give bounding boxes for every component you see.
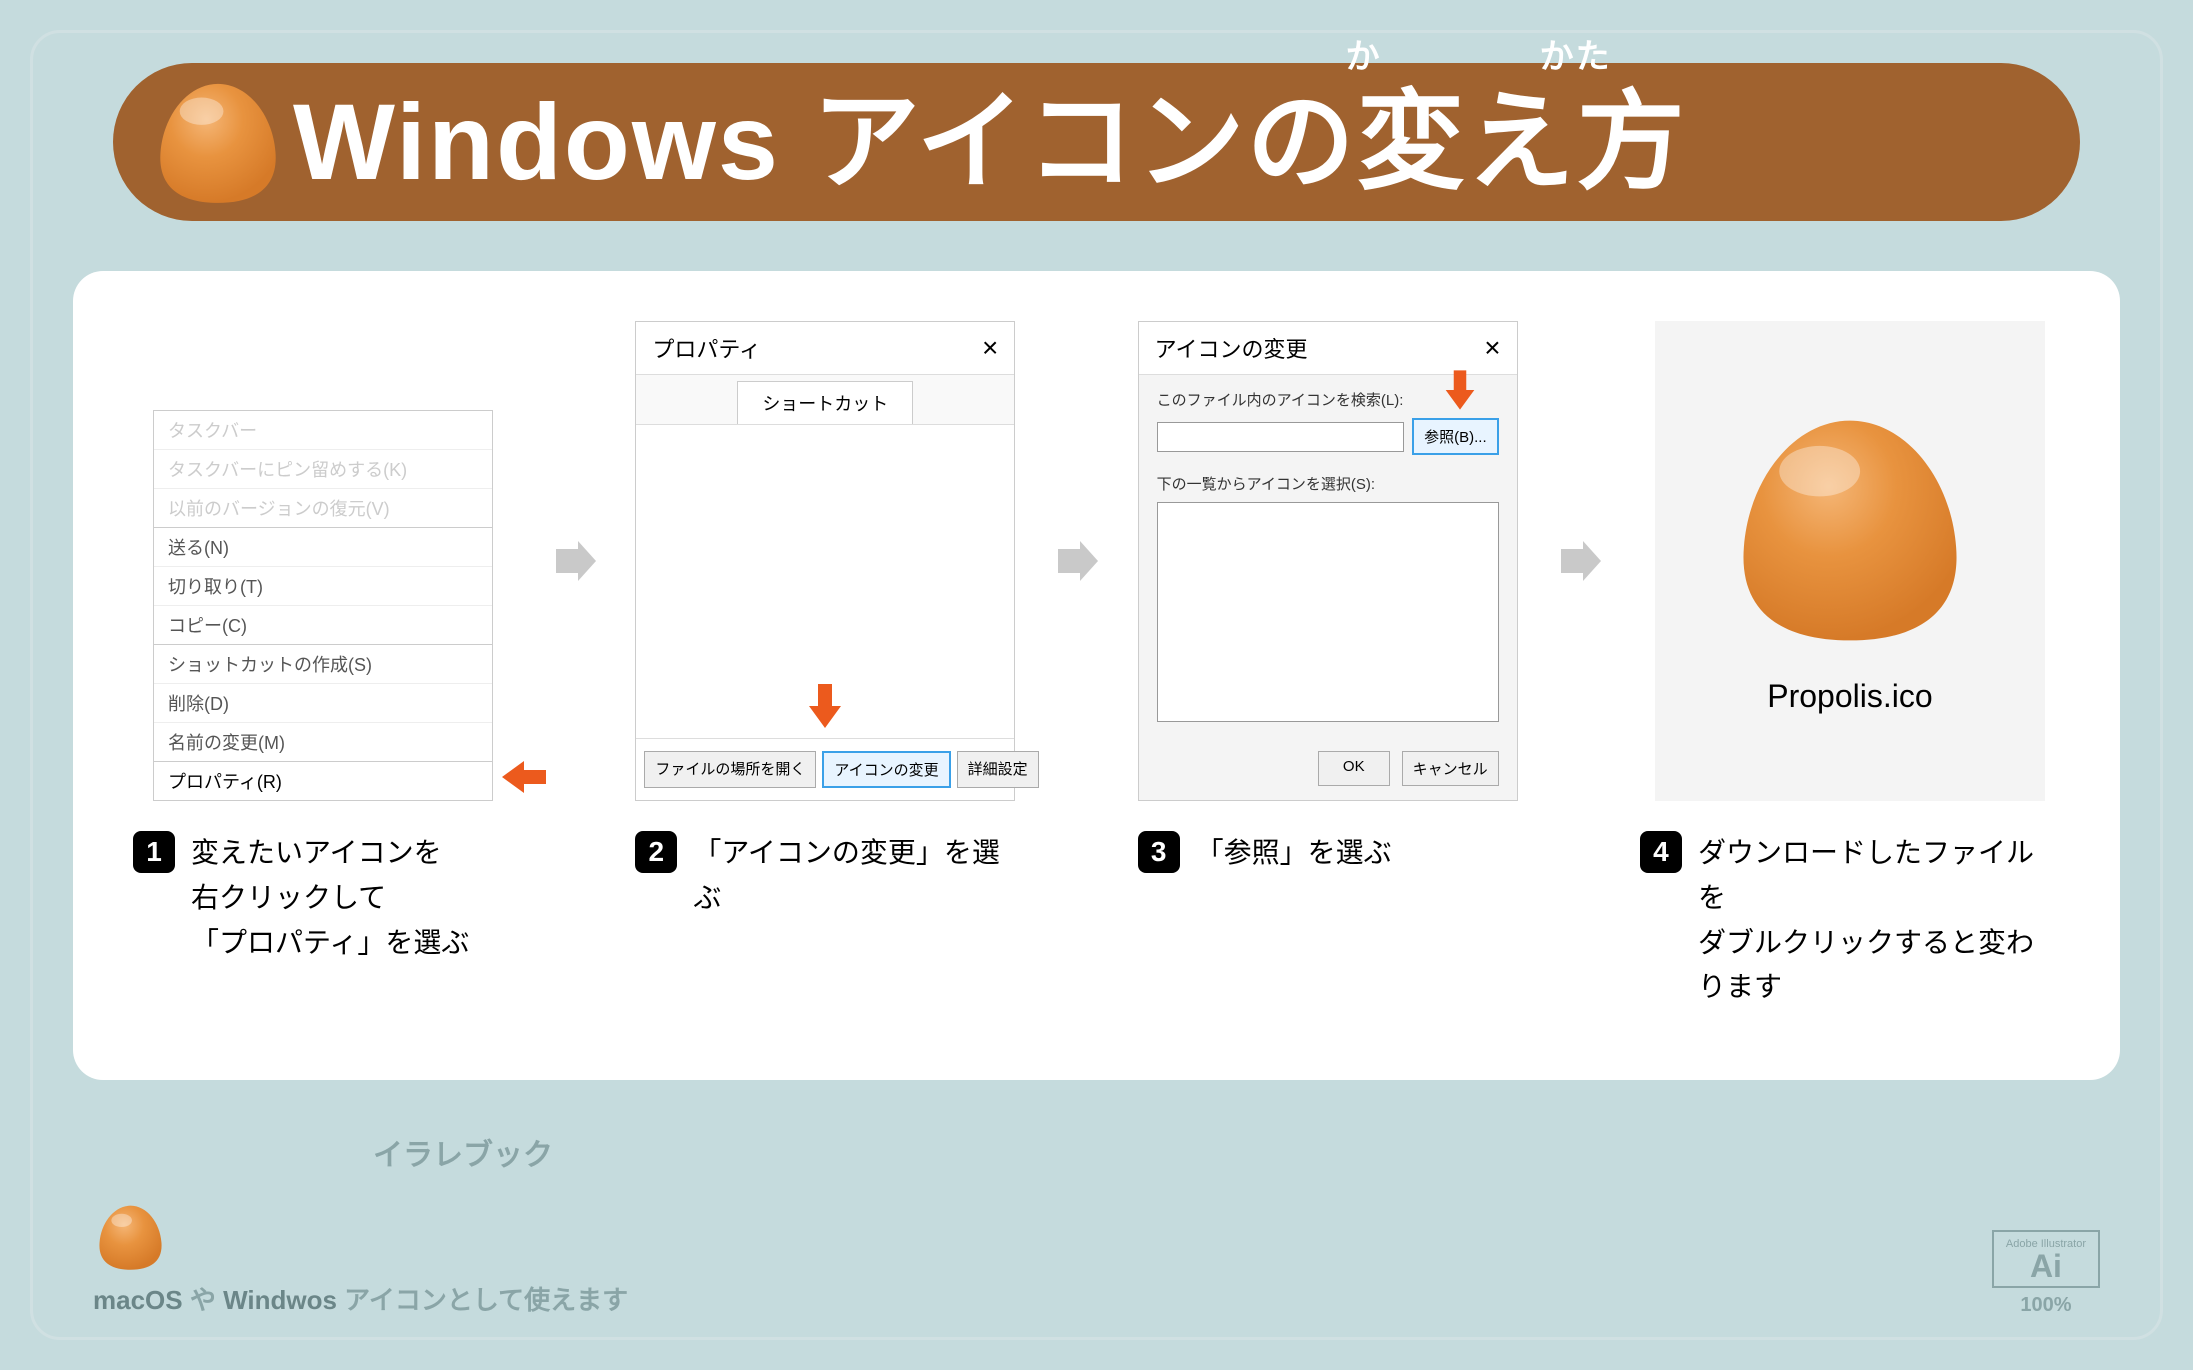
page-frame: Windows アイコンの変え方 か かた タスクバー タスクバーにピン留めする…	[30, 30, 2163, 1340]
blob-icon	[1720, 408, 1980, 648]
close-icon[interactable]: ×	[982, 332, 998, 364]
icon-list[interactable]	[1157, 502, 1499, 722]
step-2: プロパティ × ショートカット ファイルの場所を開く アイコンの変更	[635, 321, 1015, 921]
menu-item[interactable]: タスクバー	[154, 411, 492, 449]
ok-button[interactable]: OK	[1318, 751, 1390, 786]
close-icon[interactable]: ×	[1484, 332, 1500, 364]
open-location-button[interactable]: ファイルの場所を開く	[644, 751, 816, 788]
blob-icon	[93, 1202, 168, 1272]
step-caption: ダウンロードしたファイルを ダブルクリックすると変わります	[1698, 831, 2060, 1010]
menu-item[interactable]: 送る(N)	[154, 527, 492, 566]
menu-item[interactable]: 名前の変更(M)	[154, 722, 492, 761]
menu-item[interactable]: タスクバーにピン留めする(K)	[154, 449, 492, 488]
change-icon-window: アイコンの変更 × このファイル内のアイコンを検索(L): 参照(B)... 下…	[1138, 321, 1518, 801]
zoom-level: 100%	[1992, 1294, 2100, 1317]
title-bar: Windows アイコンの変え方 か かた	[113, 63, 2080, 221]
context-menu: タスクバー タスクバーにピン留めする(K) 以前のバージョンの復元(V) 送る(…	[153, 410, 493, 801]
step-4: Propolis.ico 4 ダウンロードしたファイルを ダブルクリックすると変…	[1640, 321, 2060, 1010]
step-caption: 「アイコンの変更」を選ぶ	[693, 831, 1015, 921]
arrow-right-icon	[1052, 537, 1100, 585]
arrow-down-icon	[1443, 370, 1477, 410]
tab-shortcut[interactable]: ショートカット	[737, 381, 913, 424]
menu-item[interactable]: 削除(D)	[154, 683, 492, 722]
properties-window: プロパティ × ショートカット ファイルの場所を開く アイコンの変更	[635, 321, 1015, 801]
arrow-right-icon	[1555, 537, 1603, 585]
field-label: 下の一覧からアイコンを選択(S):	[1157, 473, 1499, 494]
ruby-text: かた	[1540, 40, 1612, 74]
file-name: Propolis.ico	[1767, 678, 1932, 715]
step-number: 3	[1138, 831, 1180, 873]
window-title: アイコンの変更	[1155, 332, 1308, 364]
step-3: アイコンの変更 × このファイル内のアイコンを検索(L): 参照(B)... 下…	[1138, 321, 1518, 876]
flow-arrow	[1555, 321, 1603, 801]
menu-item[interactable]: ショットカットの作成(S)	[154, 644, 492, 683]
arrow-down-icon	[806, 684, 844, 728]
step-number: 2	[635, 831, 677, 873]
advanced-button[interactable]: 詳細設定	[957, 751, 1039, 788]
menu-item-properties[interactable]: プロパティ(R)	[154, 761, 492, 800]
menu-item[interactable]: コピー(C)	[154, 605, 492, 644]
brand-name: イラレブック	[373, 1130, 628, 1174]
footer-text: macOS や Windwos アイコンとして使えます	[93, 1280, 628, 1317]
browse-button[interactable]: 参照(B)...	[1412, 418, 1499, 455]
arrow-right-icon	[550, 537, 598, 585]
step-caption: 変えたいアイコンを 右クリックして 「プロパティ」を選ぶ	[191, 831, 469, 965]
cancel-button[interactable]: キャンセル	[1402, 751, 1499, 786]
footer: イラレブック macOS や Windwos アイコンとして使えます Adobe…	[93, 1130, 2100, 1317]
menu-item[interactable]: 以前のバージョンの復元(V)	[154, 488, 492, 527]
change-icon-button[interactable]: アイコンの変更	[822, 751, 950, 788]
result-preview: Propolis.ico	[1655, 321, 2045, 801]
step-number: 1	[133, 831, 175, 873]
step-number: 4	[1640, 831, 1682, 873]
icon-path-input[interactable]	[1157, 422, 1405, 452]
steps-card: タスクバー タスクバーにピン留めする(K) 以前のバージョンの復元(V) 送る(…	[73, 271, 2120, 1080]
illustrator-badge: Adobe Illustrator Ai	[1992, 1230, 2100, 1288]
step-1: タスクバー タスクバーにピン留めする(K) 以前のバージョンの復元(V) 送る(…	[133, 321, 513, 965]
window-title: プロパティ	[652, 332, 761, 364]
blob-icon	[148, 77, 288, 207]
flow-arrow	[1052, 321, 1100, 801]
ruby-text: か	[1346, 40, 1382, 74]
flow-arrow	[550, 321, 598, 801]
page-title: Windows アイコンの変え方 か かた	[293, 88, 1687, 196]
menu-item[interactable]: 切り取り(T)	[154, 566, 492, 605]
step-caption: 「参照」を選ぶ	[1196, 831, 1392, 876]
arrow-left-icon	[502, 758, 546, 796]
